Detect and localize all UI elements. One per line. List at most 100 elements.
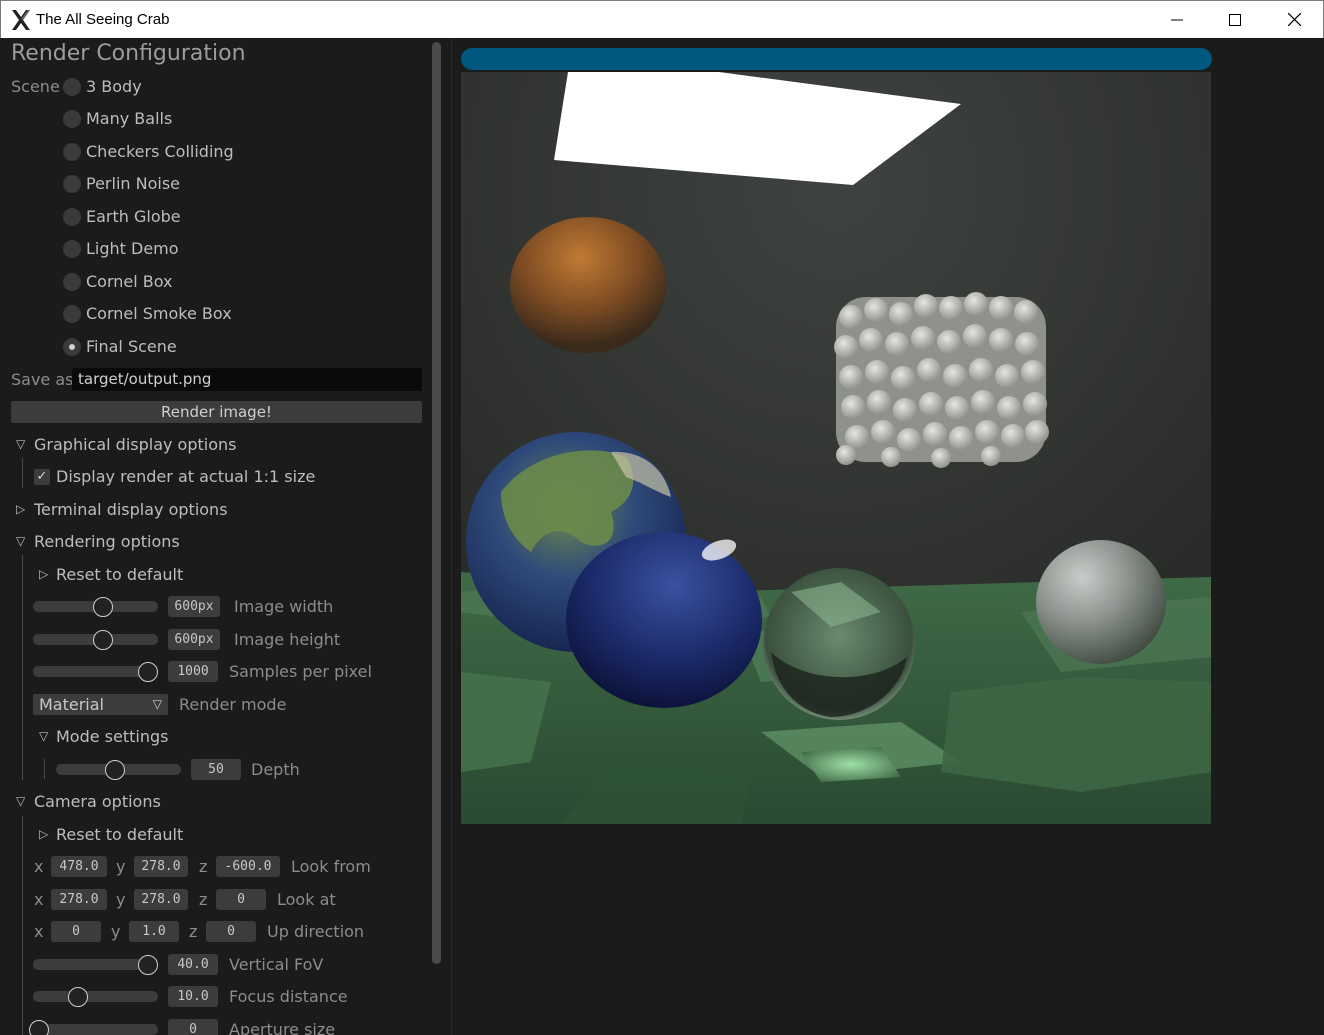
window-title: The All Seeing Crab xyxy=(36,11,170,28)
collapse-triangle-icon[interactable]: ▽ xyxy=(16,794,25,808)
render-image xyxy=(461,72,1211,824)
scene-option-label[interactable]: Light Demo xyxy=(86,239,179,258)
depth-value[interactable]: 50 xyxy=(191,759,241,780)
mode-settings-header[interactable]: Mode settings xyxy=(56,727,168,746)
axis-x-label: x xyxy=(34,890,44,909)
up-x[interactable]: 0 xyxy=(51,921,101,942)
image-width-label: Image width xyxy=(234,597,334,616)
scene-option-label[interactable]: 3 Body xyxy=(86,77,142,96)
slider-knob[interactable] xyxy=(138,955,158,975)
scene-radio-final-scene[interactable] xyxy=(63,338,81,356)
slider-knob[interactable] xyxy=(93,597,114,617)
look-from-z[interactable]: -600.0 xyxy=(216,856,280,877)
scene-option-label[interactable]: Many Balls xyxy=(86,109,172,128)
title-bar: The All Seeing Crab xyxy=(0,0,1324,38)
collapse-triangle-icon[interactable]: ▽ xyxy=(39,729,48,743)
panel-heading: Render Configuration xyxy=(11,41,246,66)
look-at-label: Look at xyxy=(277,890,336,909)
scene-radio-light-demo[interactable] xyxy=(63,240,81,258)
panel-scrollbar-thumb[interactable] xyxy=(432,42,441,964)
terminal-options-header[interactable]: Terminal display options xyxy=(34,500,228,519)
axis-x-label: x xyxy=(34,922,44,941)
look-at-y[interactable]: 278.0 xyxy=(134,889,188,910)
collapse-triangle-icon[interactable]: ▽ xyxy=(16,437,25,451)
scene-option-label[interactable]: Cornel Box xyxy=(86,272,173,291)
scene-radio-many-balls[interactable] xyxy=(63,110,81,128)
scene-radio-checkers-colliding[interactable] xyxy=(63,143,81,161)
actual-size-checkbox[interactable]: ✓ xyxy=(34,469,50,485)
expand-triangle-icon[interactable]: ▷ xyxy=(39,567,48,581)
slider-knob[interactable] xyxy=(29,1020,49,1035)
render-mode-value: Material xyxy=(39,695,104,714)
image-height-value[interactable]: 600px xyxy=(168,629,220,650)
checkmark-icon: ✓ xyxy=(36,469,48,484)
focus-label: Focus distance xyxy=(229,987,348,1006)
scene-option-label[interactable]: Earth Globe xyxy=(86,207,181,226)
image-height-label: Image height xyxy=(234,630,341,649)
save-as-input[interactable]: target/output.png xyxy=(72,368,422,391)
axis-z-label: z xyxy=(199,857,208,876)
scene-radio-cornel-smoke-box[interactable] xyxy=(63,305,81,323)
render-button[interactable]: Render image! xyxy=(11,401,422,423)
maximize-button[interactable] xyxy=(1206,1,1264,38)
depth-label: Depth xyxy=(251,760,300,779)
config-panel: Render Configuration Scene 3 Body Many B… xyxy=(0,38,444,1035)
up-direction-label: Up direction xyxy=(267,922,365,941)
slider-knob[interactable] xyxy=(138,662,158,682)
axis-z-label: z xyxy=(189,922,198,941)
up-z[interactable]: 0 xyxy=(206,921,256,942)
axis-y-label: y xyxy=(116,857,126,876)
chevron-down-icon: ▽ xyxy=(152,697,162,711)
aperture-label: Aperture size xyxy=(229,1020,336,1035)
vfov-label: Vertical FoV xyxy=(229,955,324,974)
minimize-icon xyxy=(1171,19,1183,20)
glass-sphere xyxy=(763,568,915,720)
focus-value[interactable]: 10.0 xyxy=(168,986,218,1007)
scene-option-label[interactable]: Perlin Noise xyxy=(86,174,180,193)
ball-cluster xyxy=(834,292,1049,468)
slider-knob[interactable] xyxy=(93,630,114,650)
samples-label: Samples per pixel xyxy=(229,662,372,681)
look-from-x[interactable]: 478.0 xyxy=(51,856,107,877)
collapse-triangle-icon[interactable]: ▽ xyxy=(16,534,25,548)
scene-option-label[interactable]: Cornel Smoke Box xyxy=(86,304,232,323)
samples-value[interactable]: 1000 xyxy=(168,661,218,682)
scene-radio-cornel-box[interactable] xyxy=(63,273,81,291)
render-mode-label: Render mode xyxy=(179,695,287,714)
indent-line xyxy=(44,759,45,779)
silver-sphere xyxy=(1036,540,1166,664)
look-from-y[interactable]: 278.0 xyxy=(134,856,188,877)
expand-triangle-icon[interactable]: ▷ xyxy=(16,502,25,516)
maximize-icon xyxy=(1229,13,1241,26)
save-as-label: Save as xyxy=(11,370,74,389)
minimize-button[interactable] xyxy=(1148,1,1206,38)
expand-triangle-icon[interactable]: ▷ xyxy=(39,827,48,841)
scene-option-label[interactable]: Final Scene xyxy=(86,337,177,356)
up-y[interactable]: 1.0 xyxy=(129,921,179,942)
look-at-x[interactable]: 278.0 xyxy=(51,889,107,910)
graphical-options-header[interactable]: Graphical display options xyxy=(34,435,236,454)
actual-size-label[interactable]: Display render at actual 1:1 size xyxy=(56,467,315,486)
scene-radio-perlin-noise[interactable] xyxy=(63,175,81,193)
scene-radio-earth-globe[interactable] xyxy=(63,208,81,226)
camera-reset-header[interactable]: Reset to default xyxy=(56,825,183,844)
vfov-value[interactable]: 40.0 xyxy=(168,954,218,975)
scene-radio-3-body[interactable] xyxy=(63,78,81,96)
scene-label: Scene xyxy=(11,77,60,96)
render-mode-dropdown[interactable]: Material ▽ xyxy=(33,694,168,715)
camera-options-header[interactable]: Camera options xyxy=(34,792,161,811)
aperture-slider[interactable] xyxy=(33,1024,158,1035)
look-at-z[interactable]: 0 xyxy=(216,889,266,910)
rendering-options-header[interactable]: Rendering options xyxy=(34,532,180,551)
slider-knob[interactable] xyxy=(68,987,89,1007)
axis-y-label: y xyxy=(116,890,126,909)
scene-option-label[interactable]: Checkers Colliding xyxy=(86,142,234,161)
panel-divider[interactable] xyxy=(451,38,452,1035)
image-width-value[interactable]: 600px xyxy=(168,596,220,617)
rendering-reset-header[interactable]: Reset to default xyxy=(56,565,183,584)
focus-slider[interactable] xyxy=(33,991,158,1002)
close-icon xyxy=(1287,13,1301,26)
slider-knob[interactable] xyxy=(105,760,126,780)
aperture-value[interactable]: 0 xyxy=(168,1019,218,1035)
close-button[interactable] xyxy=(1265,1,1323,38)
